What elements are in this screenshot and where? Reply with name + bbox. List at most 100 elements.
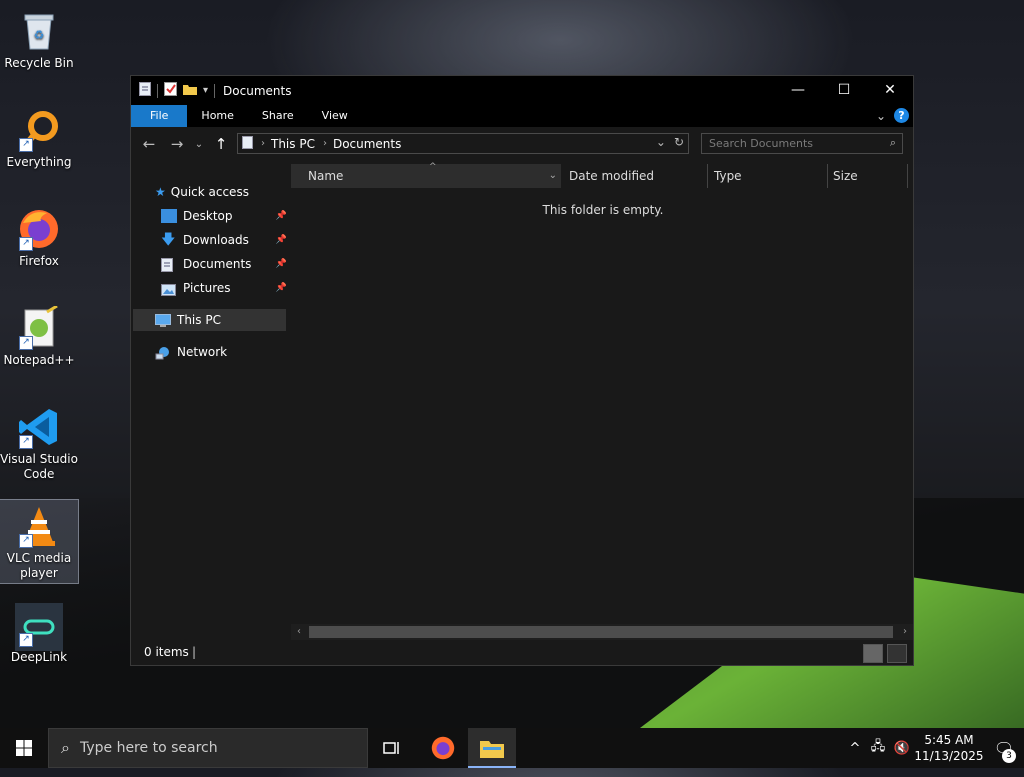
maximize-button[interactable]: ☐ [821, 76, 867, 105]
search-icon: ⌕ [889, 136, 896, 149]
nav-label: Pictures [183, 281, 231, 295]
tab-home[interactable]: Home [187, 105, 247, 127]
nav-label: Quick access [170, 185, 249, 199]
pin-icon: 📌 [275, 283, 287, 293]
nav-label: Downloads [183, 233, 249, 247]
start-button[interactable] [0, 728, 48, 768]
system-tray: ^ 🖧 🔇 5:45 AM 11/13/2025 🗨 3 [844, 728, 1024, 768]
shortcut-arrow-icon: ↗ [19, 237, 33, 251]
scrollbar-thumb[interactable] [309, 626, 893, 638]
pin-icon: 📌 [275, 211, 287, 221]
nav-label: Network [177, 345, 228, 359]
recycle-bin-icon: ♻ [17, 9, 61, 53]
nav-quick-access[interactable]: ★ Quick access [155, 181, 249, 203]
volume-muted-icon[interactable]: 🔇 [890, 741, 914, 756]
search-input[interactable] [702, 134, 881, 153]
up-button[interactable]: ↑ [207, 135, 235, 153]
document-icon [139, 82, 151, 99]
nav-this-pc[interactable]: This PC [133, 309, 286, 331]
large-icons-view-button[interactable] [887, 644, 907, 663]
nav-downloads[interactable]: 🡇 Downloads 📌 [161, 229, 287, 251]
expand-ribbon-icon[interactable]: ⌄ [876, 109, 886, 123]
nav-network[interactable]: Network [155, 341, 227, 363]
tab-share[interactable]: Share [248, 105, 308, 127]
desktop-icon-everything[interactable]: ↗ Everything [0, 104, 78, 170]
pin-icon: 📌 [275, 235, 287, 245]
tab-view[interactable]: View [308, 105, 362, 127]
back-button[interactable]: ← [135, 135, 163, 153]
status-bar: 0 items | [131, 640, 913, 665]
notification-badge: 3 [1002, 748, 1016, 763]
minimize-button[interactable]: — [775, 76, 821, 105]
desktop-icon-firefox[interactable]: ↗ Firefox [0, 203, 78, 269]
taskbar-search-box[interactable]: ⌕ Type here to search [48, 728, 368, 768]
firefox-icon [431, 736, 455, 760]
new-folder-icon[interactable] [183, 82, 197, 99]
document-icon [242, 135, 253, 152]
close-button[interactable]: ✕ [867, 76, 913, 105]
content-area: ★ Quick access Desktop 📌 🡇 Downloads 📌 D… [131, 161, 913, 640]
clock-date: 11/13/2025 [914, 749, 984, 763]
file-list-pane[interactable]: Name ^ ⌄ Date modified Type Size This fo… [291, 161, 913, 640]
search-box[interactable]: ⌕ [701, 133, 903, 154]
refresh-icon[interactable]: ↻ [674, 135, 684, 149]
column-header-type[interactable]: Type [708, 164, 828, 188]
shortcut-arrow-icon: ↗ [19, 138, 33, 152]
nav-desktop[interactable]: Desktop 📌 [161, 205, 287, 227]
column-label: Name [308, 169, 344, 183]
chevron-right-icon[interactable]: › [261, 138, 265, 149]
chevron-down-icon[interactable]: ⌄ [656, 135, 666, 149]
forward-button[interactable]: → [163, 135, 191, 153]
clock[interactable]: 5:45 AM 11/13/2025 [914, 732, 984, 764]
scroll-right-button[interactable]: › [897, 624, 913, 640]
taskbar-file-explorer[interactable] [468, 728, 516, 768]
chevron-up-icon[interactable]: ^ [844, 741, 866, 756]
help-icon[interactable]: ? [894, 108, 909, 123]
star-icon: ★ [155, 185, 166, 199]
window-title: Documents [223, 83, 292, 98]
tab-file[interactable]: File [131, 105, 188, 127]
divider [157, 83, 158, 98]
desktop-icon-vlc[interactable]: ↗ VLC media player [0, 499, 79, 584]
horizontal-scrollbar[interactable]: ‹ › [291, 624, 913, 640]
desktop-icon-recycle-bin[interactable]: ♻ Recycle Bin [0, 5, 78, 71]
address-bar[interactable]: › This PC › Documents ⌄ ↻ [237, 133, 689, 154]
task-view-icon [383, 742, 399, 754]
details-view-button[interactable] [863, 644, 883, 663]
taskbar-firefox[interactable] [419, 728, 467, 768]
title-bar[interactable]: ▾ Documents — ☐ ✕ [131, 76, 913, 105]
desktop-icon-notepadpp[interactable]: ↗ Notepad++ [0, 302, 78, 368]
properties-icon[interactable] [164, 82, 177, 99]
chevron-down-icon[interactable]: ⌄ [549, 164, 557, 188]
customize-toolbar-icon[interactable]: ▾ [203, 85, 208, 96]
desktop-icon-deeplink[interactable]: ↗ DeepLink [0, 599, 78, 665]
action-center-button[interactable]: 🗨 3 [984, 739, 1024, 763]
notepadpp-icon: ↗ [17, 304, 61, 350]
taskbar-search-placeholder: Type here to search [79, 740, 218, 756]
nav-pictures[interactable]: Pictures 📌 [161, 277, 287, 299]
column-header-name[interactable]: Name ^ ⌄ [291, 162, 561, 188]
network-status-icon[interactable]: 🖧 [866, 737, 890, 759]
task-view-button[interactable] [368, 728, 416, 768]
breadcrumb-documents[interactable]: Documents [333, 137, 401, 151]
nav-label: This PC [177, 313, 221, 327]
empty-folder-message: This folder is empty. [542, 203, 664, 217]
shortcut-arrow-icon: ↗ [19, 633, 33, 647]
desktop-icon-vscode[interactable]: ↗ Visual Studio Code [0, 401, 78, 482]
navigation-pane[interactable]: ★ Quick access Desktop 📌 🡇 Downloads 📌 D… [131, 161, 289, 640]
file-explorer-icon [480, 741, 504, 758]
breadcrumb-this-pc[interactable]: This PC [271, 137, 315, 151]
computer-icon [155, 313, 171, 327]
ribbon-tabs: File Home Share View ⌄ ? [131, 105, 913, 127]
vscode-icon: ↗ [17, 405, 61, 449]
scroll-left-button[interactable]: ‹ [291, 624, 307, 640]
recent-locations-button[interactable]: ⌄ [191, 139, 207, 150]
everything-icon: ↗ [17, 108, 61, 152]
column-header-date-modified[interactable]: Date modified [561, 164, 708, 188]
nav-documents[interactable]: Documents 📌 [161, 253, 287, 275]
firefox-icon: ↗ [17, 207, 61, 251]
vlc-icon: ↗ [17, 504, 61, 548]
chevron-right-icon[interactable]: › [323, 138, 327, 149]
column-header-size[interactable]: Size [828, 164, 908, 188]
desktop-folder-icon [161, 209, 177, 223]
